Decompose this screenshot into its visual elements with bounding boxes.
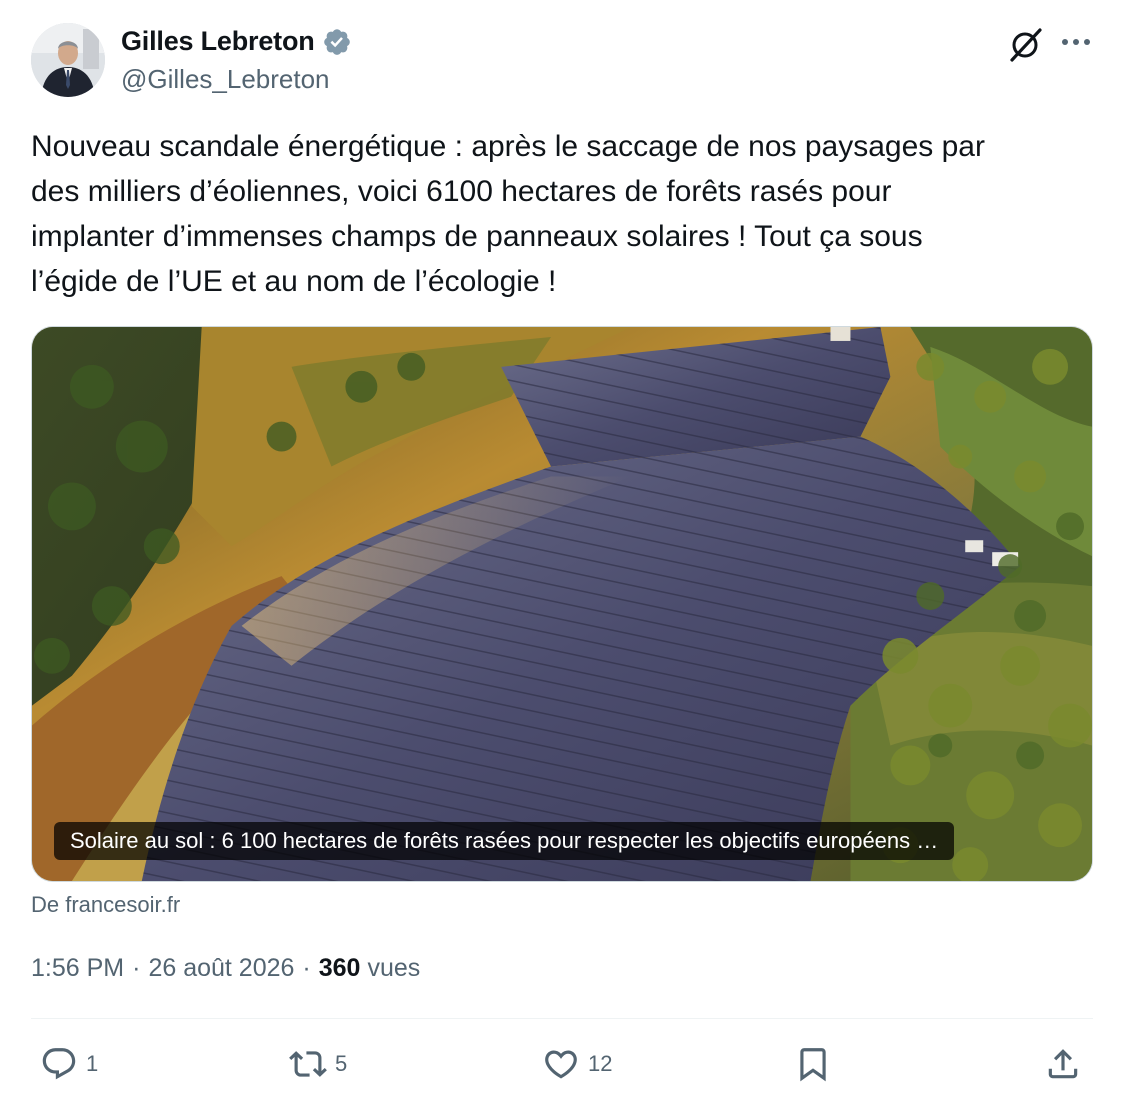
heart-icon bbox=[545, 1050, 577, 1079]
tweet-meta: 1:56 PM · 26 août 2026 · 360 vues bbox=[31, 954, 420, 983]
bookmark-icon bbox=[800, 1048, 826, 1082]
meta-separator: · bbox=[132, 954, 141, 982]
share-button[interactable] bbox=[1044, 1042, 1082, 1086]
verified-badge-icon[interactable] bbox=[322, 27, 352, 57]
avatar-image bbox=[31, 23, 105, 97]
solar-farm-photo bbox=[32, 327, 1092, 881]
grok-icon[interactable] bbox=[1006, 24, 1046, 64]
repost-icon bbox=[289, 1051, 327, 1077]
more-icon[interactable] bbox=[1058, 26, 1094, 58]
link-card[interactable]: Solaire au sol : 6 100 hectares de forêt… bbox=[31, 326, 1093, 882]
tweet-time[interactable]: 1:56 PM bbox=[31, 954, 124, 983]
link-source[interactable]: De francesoir.fr bbox=[31, 892, 180, 918]
repost-count: 5 bbox=[335, 1051, 348, 1076]
reply-count: 1 bbox=[86, 1051, 99, 1076]
repost-button[interactable]: 5 bbox=[289, 1042, 347, 1086]
bookmark-button[interactable] bbox=[794, 1042, 832, 1086]
author-handle[interactable]: @Gilles_Lebreton bbox=[121, 64, 330, 95]
reply-button[interactable]: 1 bbox=[40, 1042, 98, 1086]
tweet-date[interactable]: 26 août 2026 bbox=[148, 954, 294, 983]
reply-icon bbox=[42, 1048, 76, 1080]
avatar[interactable] bbox=[31, 23, 105, 97]
views-label: vues bbox=[367, 954, 421, 982]
views-count: 360 bbox=[318, 954, 361, 982]
like-count: 12 bbox=[588, 1051, 613, 1076]
like-button[interactable]: 12 bbox=[542, 1042, 612, 1086]
meta-separator: · bbox=[302, 954, 311, 982]
tweet-text: Nouveau scandale énergétique : après le … bbox=[31, 130, 985, 298]
link-card-caption: Solaire au sol : 6 100 hectares de forêt… bbox=[54, 822, 955, 860]
author-name[interactable]: Gilles Lebreton bbox=[121, 26, 315, 57]
share-icon bbox=[1048, 1049, 1078, 1079]
divider bbox=[31, 1018, 1093, 1019]
